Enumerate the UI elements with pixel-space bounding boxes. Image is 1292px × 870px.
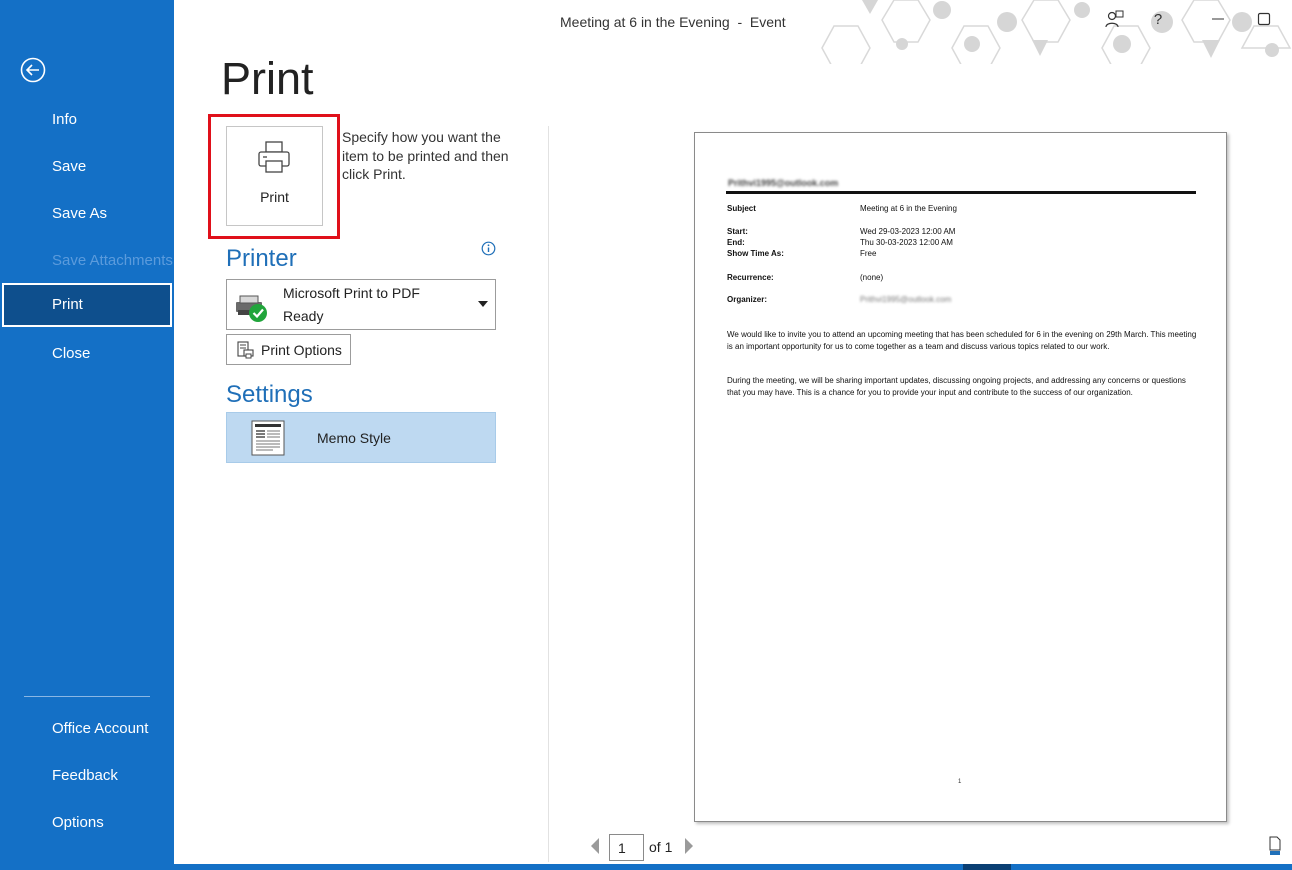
preview-body-paragraph: During the meeting, we will be sharing i… [727, 376, 1186, 397]
preview-field-value: Meeting at 6 in the Evening [860, 204, 957, 213]
backstage-nav: Info Save Save As Save Attachments Print… [0, 0, 174, 870]
outlook-print-backstage: Info Save Save As Save Attachments Print… [0, 0, 1292, 870]
preview-field-value: Thu 30-03-2023 12:00 AM [860, 238, 953, 247]
printer-name: Microsoft Print to PDF [283, 285, 420, 301]
preview-email-header: Prithvi1995@outlook.com [728, 178, 839, 188]
status-strip-marker [963, 864, 1011, 870]
printer-heading: Printer [226, 245, 297, 272]
preview-field-value: Wed 29-03-2023 12:00 AM [860, 227, 956, 236]
nav-divider [24, 696, 150, 697]
title-bar: Meeting at 6 in the Evening - Event ? [174, 0, 1292, 64]
minimize-icon[interactable] [1206, 8, 1230, 30]
settings-heading: Settings [226, 381, 313, 408]
help-icon[interactable]: ? [1146, 8, 1170, 30]
memo-document-icon [251, 420, 285, 456]
printer-icon [258, 141, 290, 173]
nav-save-attachments: Save Attachments [52, 252, 173, 269]
page-title: Print [221, 53, 314, 104]
maximize-icon[interactable] [1252, 8, 1276, 30]
nav-save[interactable]: Save [0, 145, 174, 189]
window-title: Meeting at 6 in the Evening - Event [560, 14, 786, 30]
preview-field-value: Prithvi1995@outlook.com [860, 295, 952, 304]
nav-office-account[interactable]: Office Account [0, 707, 174, 751]
nav-feedback[interactable]: Feedback [0, 754, 174, 798]
nav-close[interactable]: Close [0, 332, 174, 376]
print-preview-page: Prithvi1995@outlook.com Subject Meeting … [694, 132, 1227, 822]
info-icon[interactable] [481, 241, 496, 256]
page-count: of 1 [649, 839, 673, 855]
preview-field-label: End: [727, 238, 745, 247]
page-number-input[interactable]: 1 [609, 834, 644, 861]
preview-field-label: Subject [727, 204, 756, 213]
print-description: Specify how you want the item to be prin… [342, 129, 509, 182]
print-button-label: Print [260, 189, 289, 205]
preview-field-label: Start: [727, 227, 748, 236]
printer-dropdown[interactable]: Microsoft Print to PDF Ready [226, 279, 496, 330]
preview-field-value: Free [860, 249, 877, 258]
previous-page-icon[interactable] [589, 837, 601, 855]
nav-options[interactable]: Options [0, 801, 174, 845]
preview-header-rule [726, 191, 1196, 194]
preview-field-label: Show Time As: [727, 249, 784, 258]
nav-info[interactable]: Info [0, 98, 174, 142]
chevron-down-icon [478, 301, 488, 307]
status-strip [174, 864, 1292, 870]
preview-page-number: 1 [958, 779, 962, 785]
print-button[interactable]: Print [226, 126, 323, 226]
next-page-icon[interactable] [683, 837, 695, 855]
memo-style-label: Memo Style [317, 430, 391, 446]
panel-divider [548, 126, 549, 862]
print-options-icon [237, 341, 254, 359]
back-arrow-icon[interactable] [20, 57, 46, 83]
preview-field-label: Organizer: [727, 295, 768, 304]
print-options-label: Print Options [261, 342, 342, 358]
coauthor-icon[interactable] [1102, 8, 1126, 30]
nav-print[interactable]: Print [2, 283, 172, 327]
preview-field-label: Recurrence: [727, 273, 774, 282]
printer-status: Ready [283, 308, 324, 324]
preview-field-value: (none) [860, 273, 884, 282]
memo-style-option[interactable]: Memo Style [226, 412, 496, 463]
printer-ready-icon [236, 295, 267, 322]
preview-body-paragraph: We would like to invite you to attend an… [727, 330, 1197, 351]
nav-save-as[interactable]: Save As [0, 192, 174, 236]
actual-size-icon[interactable] [1268, 836, 1282, 856]
print-options-button[interactable]: Print Options [226, 334, 351, 365]
